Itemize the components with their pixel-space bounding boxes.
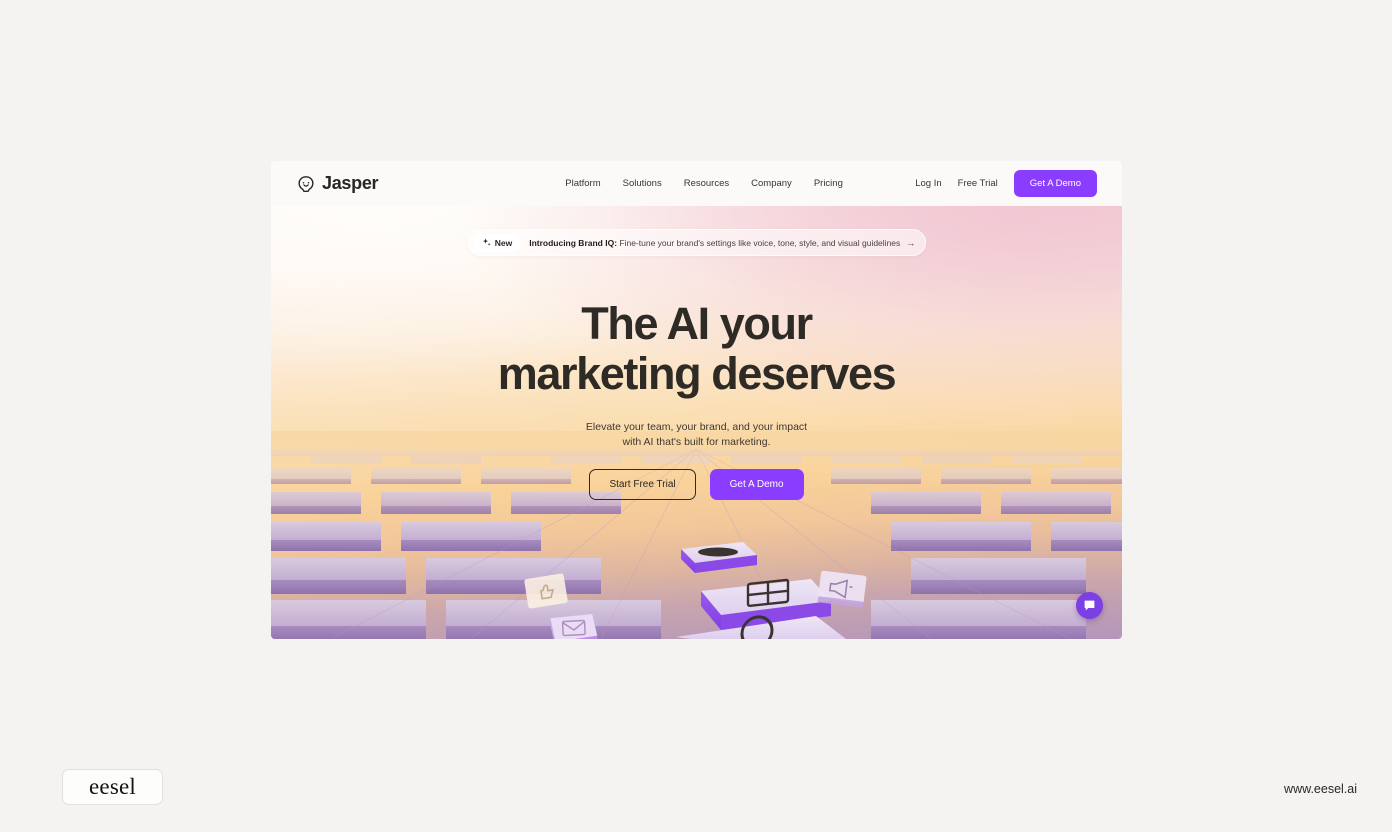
nav-item-resources[interactable]: Resources: [684, 178, 729, 189]
chat-widget-button[interactable]: [1076, 592, 1103, 619]
nav-item-company[interactable]: Company: [751, 178, 792, 189]
hero-subtitle-line-2: with AI that's built for marketing.: [622, 436, 771, 448]
sparkle-icon: [482, 238, 491, 246]
scene-tile-search: [676, 615, 846, 639]
announcement-banner[interactable]: New Introducing Brand IQ: Fine-tune your…: [466, 229, 927, 256]
nav-item-pricing[interactable]: Pricing: [814, 178, 843, 189]
floating-card-megaphone: [817, 570, 867, 609]
hero-title-line-2: marketing deserves: [497, 348, 897, 399]
hero-subtitle-line-1: Elevate your team, your brand, and your …: [585, 421, 808, 433]
scene-tile-far: [681, 542, 757, 573]
start-free-trial-button[interactable]: Start Free Trial: [589, 469, 696, 500]
hero-title-line-1: The AI your: [581, 298, 813, 349]
main-nav: Platform Solutions Resources Company Pri…: [565, 178, 843, 189]
brand-name: Jasper: [322, 173, 379, 193]
free-trial-link[interactable]: Free Trial: [958, 178, 998, 189]
get-a-demo-button-header[interactable]: Get A Demo: [1013, 170, 1097, 197]
jasper-smiley-blob-icon: [298, 175, 314, 192]
hero-cta-group: Start Free Trial Get A Demo: [271, 469, 1122, 500]
get-a-demo-button-hero[interactable]: Get A Demo: [709, 469, 804, 500]
nav-item-platform[interactable]: Platform: [565, 178, 600, 189]
announcement-headline: Introducing Brand IQ:: [529, 237, 618, 248]
header-actions: Log In Free Trial Get A Demo: [915, 170, 1097, 197]
nav-item-solutions[interactable]: Solutions: [623, 178, 662, 189]
scene-tile-grid: [701, 578, 831, 630]
floating-card-envelope: [548, 612, 600, 639]
eesel-logo-text: eesel: [89, 774, 136, 799]
screenshot-canvas: Jasper Platform Solutions Resources Comp…: [0, 0, 1392, 832]
eesel-url-watermark: www.eesel.ai: [1284, 782, 1357, 796]
hero-subtitle: Elevate your team, your brand, and your …: [271, 420, 1122, 450]
eesel-logo-badge: eesel: [62, 769, 163, 805]
announcement-body: Fine-tune your brand's settings like voi…: [619, 237, 901, 248]
website-screenshot: Jasper Platform Solutions Resources Comp…: [271, 161, 1122, 639]
announcement-new-badge: New: [472, 233, 522, 252]
floating-card-thumbs-up: [524, 573, 568, 609]
brand-logo[interactable]: Jasper: [297, 173, 379, 194]
arrow-right-icon[interactable]: →: [906, 238, 919, 248]
site-header: Jasper Platform Solutions Resources Comp…: [271, 161, 1122, 206]
announcement-badge-label: New: [494, 237, 513, 248]
login-link[interactable]: Log In: [915, 178, 941, 189]
chat-bubble-icon: [1084, 600, 1095, 611]
hero-section: New Introducing Brand IQ: Fine-tune your…: [271, 206, 1122, 639]
hero-title: The AI your marketing deserves: [271, 299, 1122, 399]
announcement-text: Introducing Brand IQ: Fine-tune your bra…: [529, 238, 906, 248]
